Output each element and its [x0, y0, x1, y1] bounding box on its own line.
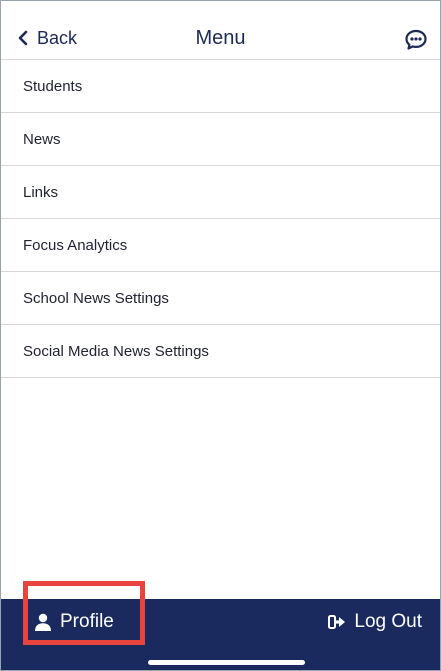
menu-item-school-news-settings[interactable]: School News Settings [1, 272, 440, 325]
chat-bubble-icon[interactable] [404, 28, 428, 52]
profile-button[interactable]: Profile [34, 611, 114, 633]
profile-label: Profile [60, 611, 114, 632]
user-icon [35, 613, 51, 631]
menu-item-links[interactable]: Links [1, 166, 440, 219]
app-frame: Back Menu Students News Links Focus Anal… [0, 0, 441, 671]
logout-button[interactable]: Log Out [328, 611, 422, 633]
bottom-bar: Profile Log Out [1, 599, 440, 670]
menu-list: Students News Links Focus Analytics Scho… [1, 60, 440, 378]
menu-item-focus-analytics[interactable]: Focus Analytics [1, 219, 440, 272]
logout-label: Log Out [354, 611, 422, 632]
header: Back Menu [1, 1, 440, 60]
menu-item-news[interactable]: News [1, 113, 440, 166]
page-title: Menu [195, 27, 246, 49]
menu-item-students[interactable]: Students [1, 60, 440, 113]
sign-out-icon [328, 615, 346, 629]
home-indicator[interactable] [148, 660, 305, 665]
menu-item-social-media-news-settings[interactable]: Social Media News Settings [1, 325, 440, 378]
